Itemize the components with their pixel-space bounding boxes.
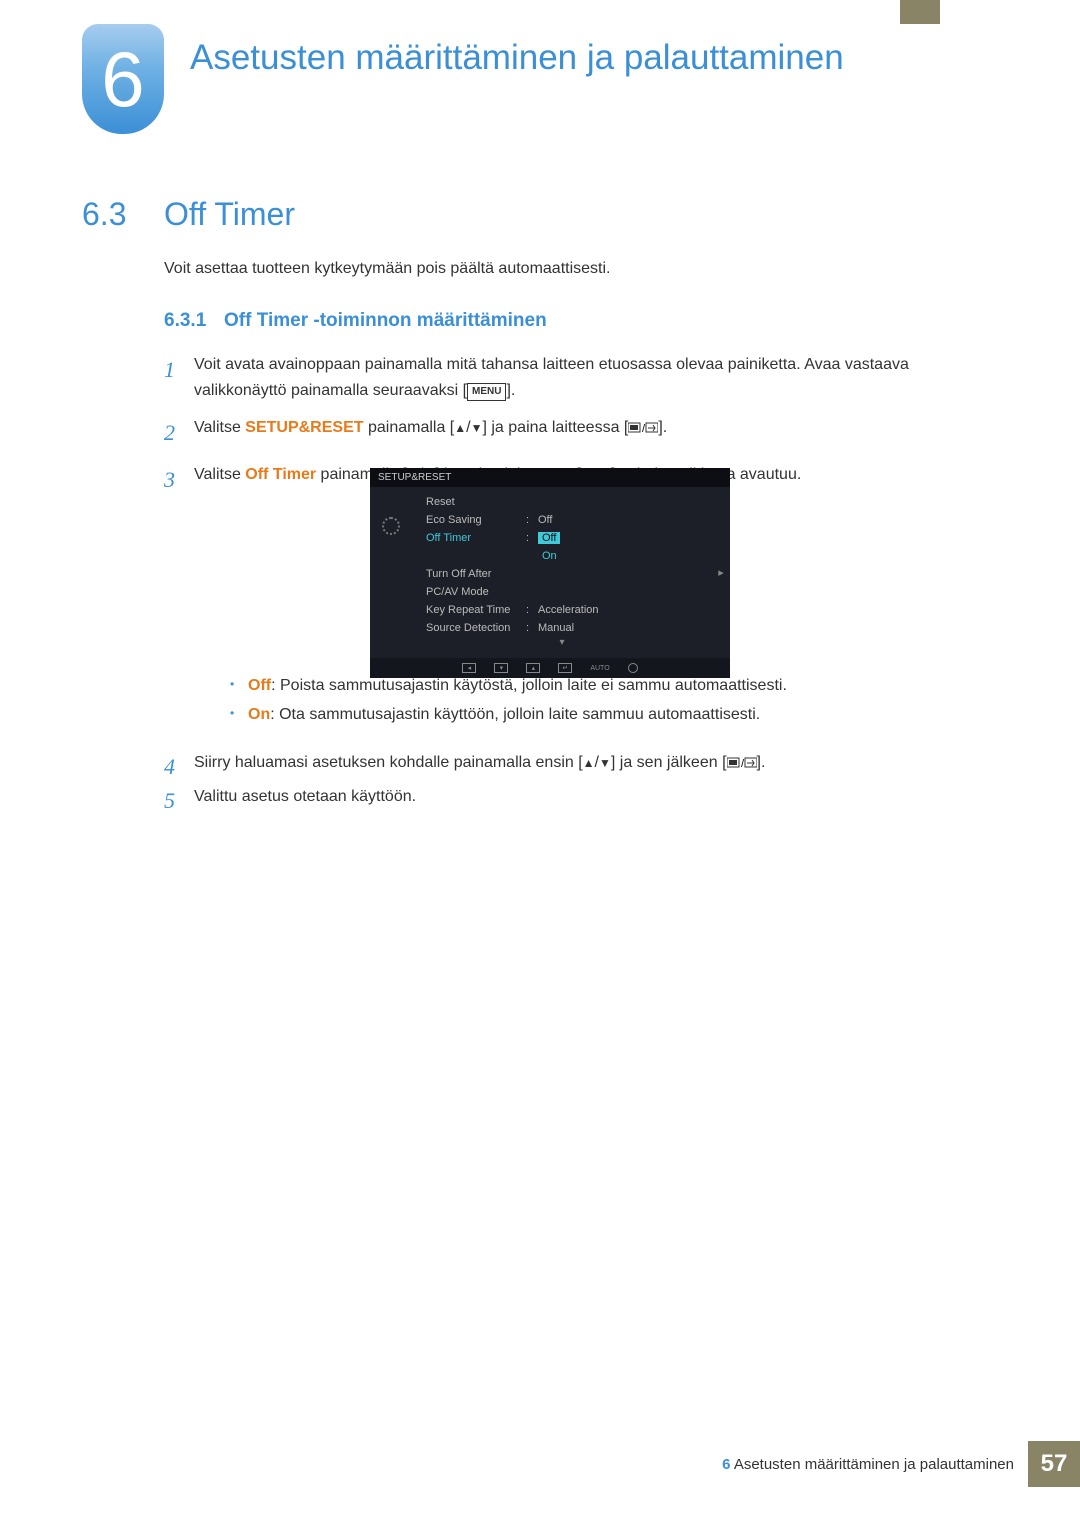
osd-title: SETUP&RESET bbox=[370, 468, 730, 487]
step-number: 5 bbox=[164, 788, 194, 814]
option-bullets: Off: Poista sammutusajastin käytöstä, jo… bbox=[230, 672, 1000, 730]
osd-row-key-repeat: Key Repeat Time:Acceleration bbox=[416, 601, 708, 619]
osd-row-off-timer: Off Timer:Off bbox=[416, 529, 708, 547]
section-number: 6.3 bbox=[82, 196, 126, 233]
footer-text: 6 Asetusten määrittäminen ja palauttamin… bbox=[722, 1456, 1014, 1473]
step-2: 2 Valitse SETUP&RESET painamalla [/] ja … bbox=[164, 415, 1000, 450]
osd-row-source-detection: Source Detection:Manual bbox=[416, 619, 708, 637]
step-4: 4 Siirry haluamasi asetuksen kohdalle pa… bbox=[164, 754, 1000, 780]
osd-sidebar bbox=[370, 487, 412, 658]
osd-row-pcav: PC/AV Mode bbox=[416, 583, 708, 601]
svg-text:/: / bbox=[642, 423, 646, 434]
osd-row-eco: Eco Saving:Off bbox=[416, 511, 708, 529]
osd-screenshot: SETUP&RESET Reset Eco Saving:Off Off Tim… bbox=[370, 468, 730, 678]
step-body: Siirry haluamasi asetuksen kohdalle pain… bbox=[194, 754, 1000, 780]
up-icon bbox=[454, 419, 466, 436]
svg-text:/: / bbox=[741, 758, 745, 769]
down-icon bbox=[471, 419, 483, 436]
step-number: 2 bbox=[164, 415, 194, 450]
chapter-badge: 6 bbox=[82, 24, 164, 134]
bullet-off: Off: Poista sammutusajastin käytöstä, jo… bbox=[230, 672, 1000, 701]
keyword: SETUP&RESET bbox=[245, 419, 363, 436]
step-body: Valitse SETUP&RESET painamalla [/] ja pa… bbox=[194, 415, 1000, 450]
source-enter-icon: / bbox=[628, 419, 658, 436]
step-body: Voit avata avainoppaan painamalla mitä t… bbox=[194, 352, 1000, 403]
section-title: Off Timer bbox=[164, 196, 295, 233]
nav-right-icon: ▸ bbox=[712, 487, 730, 658]
step-5: 5 Valittu asetus otetaan käyttöön. bbox=[164, 788, 1000, 814]
source-enter-icon: / bbox=[727, 754, 757, 771]
keyword: Off bbox=[248, 677, 271, 694]
keyword: Off Timer bbox=[245, 466, 316, 483]
page-number: 57 bbox=[1028, 1441, 1080, 1487]
chapter-title: Asetusten määrittäminen ja palauttaminen bbox=[190, 38, 844, 78]
chapter-number: 6 bbox=[101, 40, 144, 118]
decorative-band bbox=[900, 0, 940, 24]
down-icon bbox=[599, 754, 611, 771]
step-number: 4 bbox=[164, 754, 194, 780]
subsection-number: 6.3.1 bbox=[164, 310, 206, 332]
bullet-on: On: Ota sammutusajastin käyttöön, jolloi… bbox=[230, 701, 1000, 730]
osd-menu-list: Reset Eco Saving:Off Off Timer:Off On Tu… bbox=[412, 487, 712, 658]
step-number: 3 bbox=[164, 462, 194, 497]
keyword: On bbox=[248, 706, 270, 723]
gear-icon bbox=[382, 517, 400, 535]
step-body: Valittu asetus otetaan käyttöön. bbox=[194, 788, 1000, 814]
page-footer: 6 Asetusten määrittäminen ja palauttamin… bbox=[722, 1441, 1080, 1487]
step-1: 1 Voit avata avainoppaan painamalla mitä… bbox=[164, 352, 1000, 403]
subsection-title: Off Timer -toiminnon määrittäminen bbox=[224, 310, 547, 332]
osd-row-on-option: On bbox=[416, 547, 708, 565]
step-number: 1 bbox=[164, 352, 194, 403]
osd-row-reset: Reset bbox=[416, 493, 708, 511]
up-icon bbox=[583, 754, 595, 771]
menu-icon: MENU bbox=[467, 383, 506, 401]
more-down-icon: ▾ bbox=[416, 637, 708, 652]
intro-text: Voit asettaa tuotteen kytkeytymään pois … bbox=[164, 260, 610, 278]
osd-row-turn-off-after: Turn Off After bbox=[416, 565, 708, 583]
auto-label: AUTO bbox=[590, 665, 609, 672]
